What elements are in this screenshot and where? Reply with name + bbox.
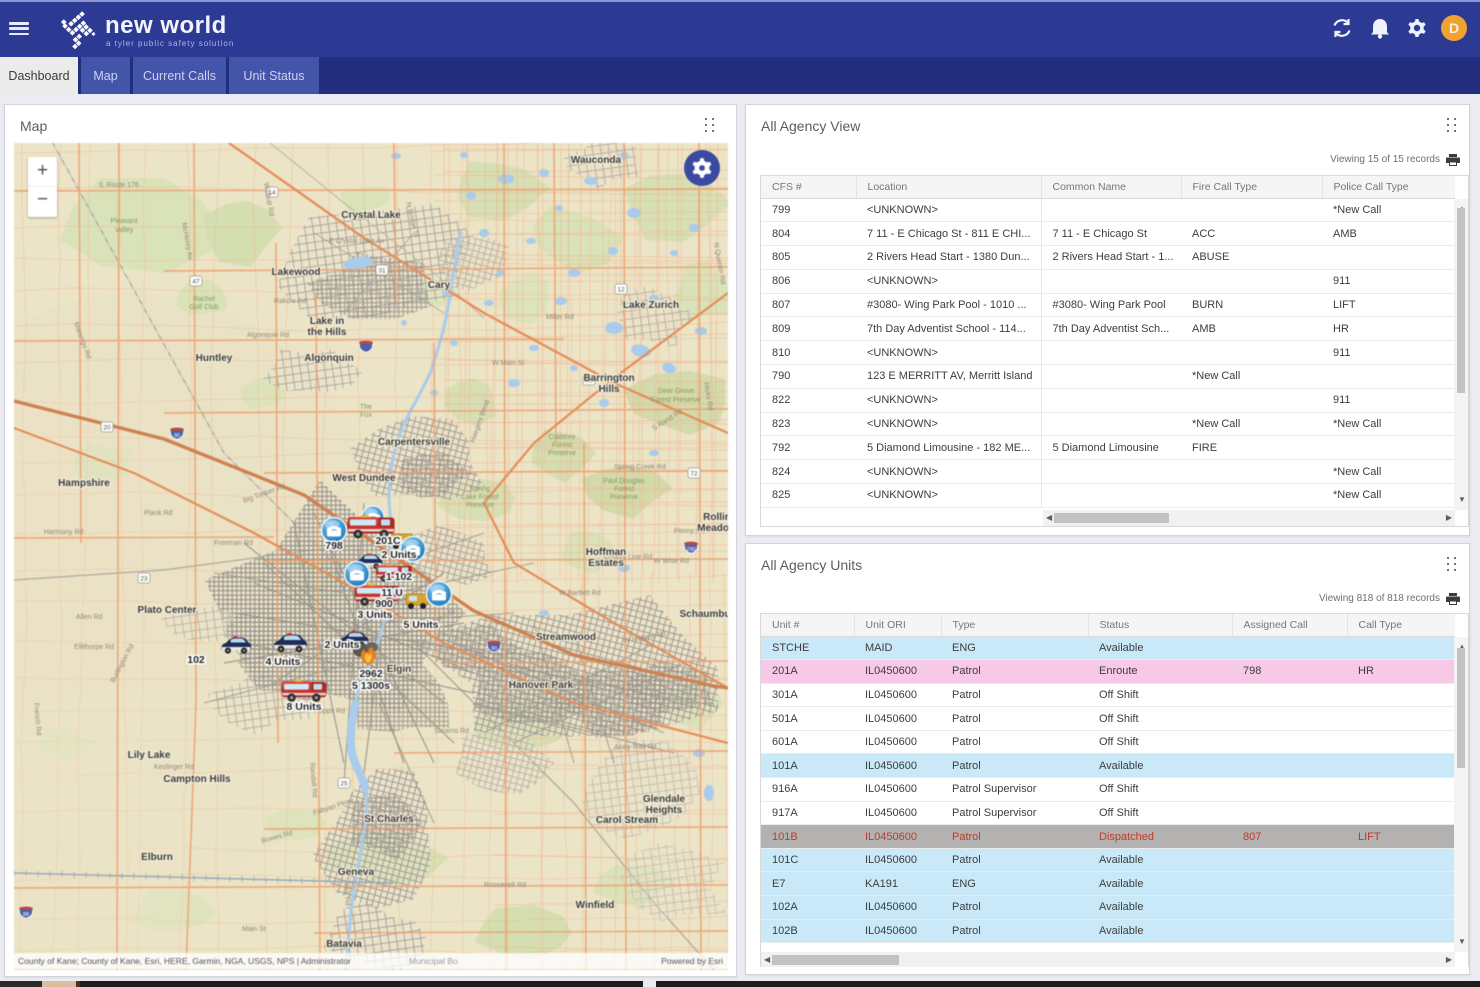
svg-text:5 Units: 5 Units (403, 619, 438, 631)
svg-text:798: 798 (325, 540, 343, 552)
svg-text:201C: 201C (375, 535, 401, 547)
svg-text:1 102: 1 102 (386, 571, 412, 583)
svg-text:4 Units: 4 Units (265, 656, 300, 668)
svg-text:2962: 2962 (359, 668, 383, 680)
svg-text:3 Units: 3 Units (357, 609, 392, 621)
svg-text:102: 102 (187, 654, 205, 666)
svg-text:2 Units: 2 Units (324, 639, 359, 651)
svg-text:8 Units: 8 Units (286, 701, 321, 713)
svg-text:5 1300s: 5 1300s (352, 680, 390, 692)
svg-text:2 Units: 2 Units (381, 549, 416, 561)
svg-text:D: D (1449, 20, 1459, 36)
